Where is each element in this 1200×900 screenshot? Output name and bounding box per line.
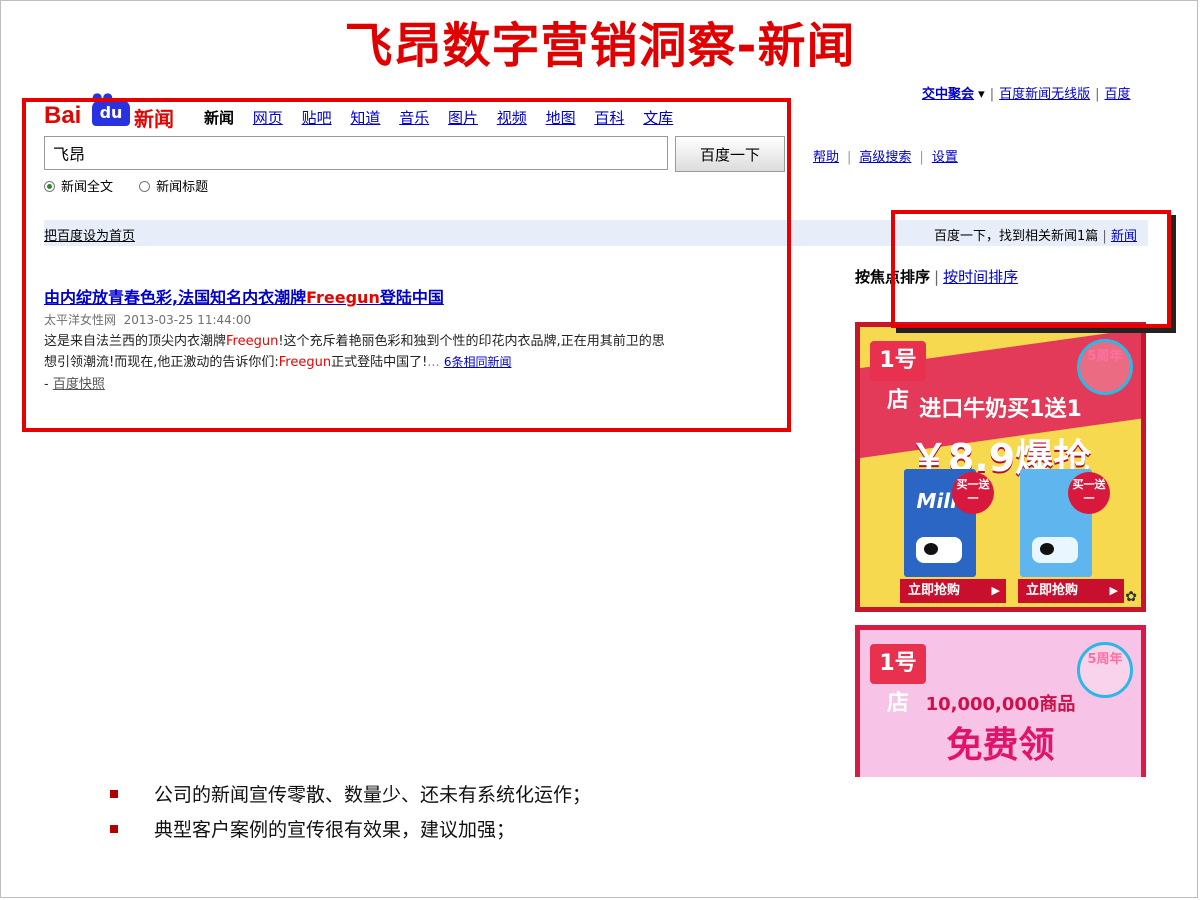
cow-icon <box>1032 537 1078 563</box>
ad-banner-milk[interactable]: 1号店 5周年 进口牛奶买1送1 ￥8.9爆抢 Milk 买一送一 买一送一 立… <box>855 322 1146 612</box>
settings-link[interactable]: 设置 <box>932 150 958 165</box>
chevron-down-icon[interactable]: ▾ <box>974 87 985 102</box>
bullet-item: 公司的新闻宣传零散、数量少、还未有系统化运作； <box>110 780 591 807</box>
ad-offer: 免费领 <box>946 725 1055 766</box>
bullet-item: 典型客户案例的宣传很有效果，建议加强； <box>110 815 591 842</box>
ad-brand-logo: 1号店 <box>870 644 926 716</box>
ad-headline: 进口牛奶买1送1 <box>919 397 1082 422</box>
jiaoju-link[interactable]: 交中聚会 <box>922 87 974 102</box>
ad-anniversary-badge: 5周年 <box>1077 339 1133 395</box>
buy-now-button[interactable]: 立即抢购 <box>900 579 1006 603</box>
paw-print-icon: ✿ <box>1125 589 1137 605</box>
bullet-square-icon <box>110 790 118 798</box>
buy-now-button-2[interactable]: 立即抢购 <box>1018 579 1124 603</box>
bullet-text: 典型客户案例的宣传很有效果，建议加强； <box>154 819 516 841</box>
top-right-links: 交中聚会 ▾ | 百度新闻无线版 | 百度 <box>922 87 1131 102</box>
highlight-box-count <box>891 210 1171 328</box>
highlight-box-search <box>22 98 791 432</box>
ad-headline: 10,000,000商品 <box>925 694 1076 715</box>
help-link[interactable]: 帮助 <box>813 150 839 165</box>
slide-title: 飞昂数字营销洞察-新闻 <box>344 18 856 74</box>
bullet-square-icon <box>110 825 118 833</box>
advanced-search-link[interactable]: 高级搜索 <box>859 150 911 165</box>
buy-one-get-one-badge-2: 买一送一 <box>1068 472 1110 514</box>
bullet-text: 公司的新闻宣传零散、数量少、还未有系统化运作； <box>154 784 592 806</box>
cow-icon <box>916 537 962 563</box>
ad-brand-logo: 1号店 <box>870 341 926 413</box>
wireless-link[interactable]: 百度新闻无线版 <box>999 87 1090 102</box>
more-link[interactable]: 百度 <box>1104 87 1130 102</box>
help-links: 帮助 | 高级搜索 | 设置 <box>813 150 958 165</box>
buy-one-get-one-badge: 买一送一 <box>952 472 994 514</box>
ad-banner-free[interactable]: 1号店 5周年 10,000,000商品 免费领 <box>855 625 1146 777</box>
slide-bullets: 公司的新闻宣传零散、数量少、还未有系统化运作； 典型客户案例的宣传很有效果，建议… <box>110 780 591 850</box>
